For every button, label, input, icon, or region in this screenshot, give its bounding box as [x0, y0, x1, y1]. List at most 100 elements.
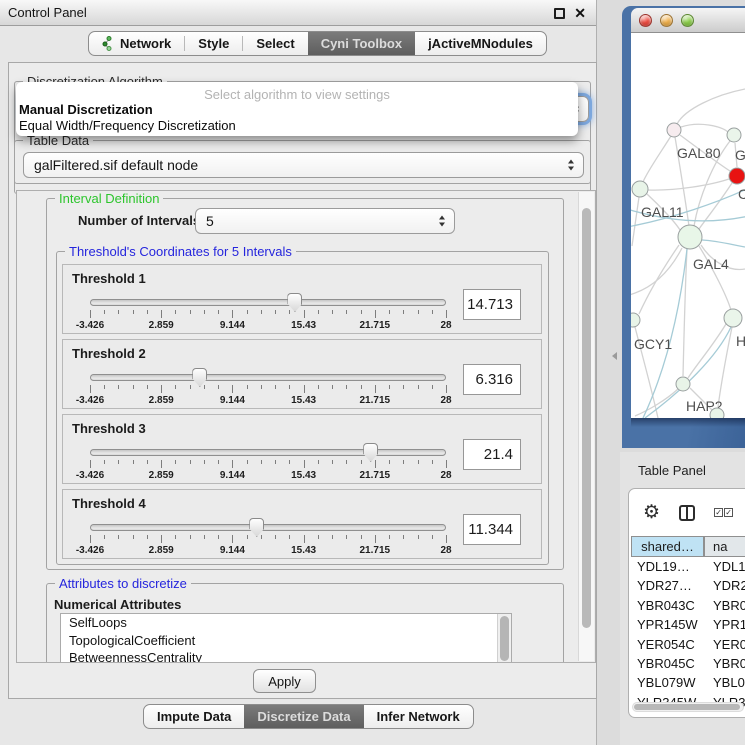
network-edge[interactable] — [681, 124, 728, 132]
network-node-gal11[interactable] — [632, 181, 648, 197]
network-edge[interactable] — [688, 324, 726, 378]
close-traffic-light[interactable] — [639, 14, 652, 27]
threshold-value-box[interactable]: 6.316 — [463, 364, 521, 395]
apply-button[interactable]: Apply — [253, 669, 316, 693]
network-edge[interactable] — [631, 248, 682, 295]
network-edge[interactable] — [677, 89, 745, 124]
network-node-gal80[interactable] — [667, 123, 681, 137]
tab-jactivemnodules-label: jActiveMNodules — [428, 36, 533, 51]
threshold-label: Threshold 2 — [72, 346, 146, 361]
network-node[interactable] — [710, 408, 724, 418]
threshold-label: Threshold 3 — [72, 421, 146, 436]
table-row[interactable]: YDL19…YDL1 — [631, 557, 745, 576]
network-node-h[interactable] — [724, 309, 742, 327]
tab-infer-network-label: Infer Network — [377, 709, 460, 724]
canvas-bottom-shadow — [631, 418, 745, 427]
threshold-slider[interactable]: -3.4262.8599.14415.4321.71528 — [90, 445, 446, 483]
tab-style[interactable]: Style — [185, 32, 242, 55]
tick-label: 21.715 — [360, 470, 391, 481]
window-buttons: ✕ — [554, 0, 586, 26]
tab-cyni-toolbox[interactable]: Cyni Toolbox — [308, 32, 415, 55]
tick-label: -3.426 — [76, 320, 104, 331]
network-node-c[interactable] — [729, 168, 745, 184]
tab-jactivemnodules[interactable]: jActiveMNodules — [415, 32, 546, 55]
slider-track[interactable] — [90, 374, 446, 381]
tab-select[interactable]: Select — [243, 32, 307, 55]
network-edge[interactable] — [643, 136, 671, 182]
tick-label: -3.426 — [76, 395, 104, 406]
cell-shared-name: YPR145W — [631, 615, 704, 634]
attribute-item[interactable]: BetweennessCentrality — [61, 649, 511, 663]
threshold-slider[interactable]: -3.4262.8599.14415.4321.71528 — [90, 370, 446, 408]
tick-label: 2.859 — [149, 545, 174, 556]
network-node-ga[interactable] — [727, 128, 741, 142]
table-row[interactable]: YBR045CYBR0 — [631, 654, 745, 673]
table-data-combo[interactable]: galFiltered.sif default node — [23, 152, 584, 178]
attributes-group-title: Attributes to discretize — [55, 576, 191, 591]
threshold-slider[interactable]: -3.4262.8599.14415.4321.71528 — [90, 520, 446, 558]
column-header-shared-name[interactable]: shared… — [631, 536, 704, 557]
network-edge[interactable] — [632, 197, 639, 246]
table-data-group: Table Data galFiltered.sif default node — [14, 140, 591, 184]
tick-label: 21.715 — [360, 395, 391, 406]
select-columns-icon[interactable]: ✓✓ — [714, 508, 733, 517]
network-node-gal4[interactable] — [678, 225, 702, 249]
float-window-icon[interactable] — [554, 8, 565, 19]
attributes-scrollbar-thumb[interactable] — [500, 616, 509, 661]
table-row[interactable]: YBL079WYBL0 — [631, 673, 745, 692]
slider-track[interactable] — [90, 299, 446, 306]
settings-scrollbar-thumb[interactable] — [582, 208, 591, 628]
network-canvas[interactable]: GAL80GACGAL11GAL4GCY1HHAP2 — [631, 33, 745, 418]
tab-infer-network[interactable]: Infer Network — [364, 705, 473, 728]
network-node-hap2[interactable] — [676, 377, 690, 391]
network-node-gcy1[interactable] — [631, 313, 640, 327]
slider-track[interactable] — [90, 524, 446, 531]
network-edge-highlighted[interactable] — [702, 240, 745, 247]
tab-discretize-data[interactable]: Discretize Data — [244, 705, 363, 728]
attributes-scrollbar[interactable] — [497, 614, 511, 663]
slider-track[interactable] — [90, 449, 446, 456]
tab-discretize-data-label: Discretize Data — [257, 709, 350, 724]
table-row[interactable]: YPR145WYPR1 — [631, 615, 745, 634]
tick-label: -3.426 — [76, 470, 104, 481]
column-header-name[interactable]: na — [704, 536, 745, 557]
table-panel: Table Panel ⚙ ✓✓ shared… na YDL19…YDL1YD… — [620, 452, 745, 745]
splitter-collapse-icon[interactable] — [612, 352, 617, 360]
zoom-traffic-light[interactable] — [681, 14, 694, 27]
network-edge[interactable] — [648, 179, 729, 190]
table-hscrollbar[interactable] — [632, 702, 744, 712]
close-icon[interactable]: ✕ — [574, 8, 586, 19]
threshold-value-box[interactable]: 14.713 — [463, 289, 521, 320]
tick-label: 28 — [440, 395, 451, 406]
cell-shared-name: YIL052C — [631, 712, 704, 717]
attribute-items: SelfLoopsTopologicalCoefficientBetweenne… — [61, 614, 511, 663]
attribute-item[interactable]: TopologicalCoefficient — [61, 632, 511, 650]
table-row[interactable]: YDR27…YDR2 — [631, 576, 745, 595]
algorithm-option-equal-width-frequency-discretization[interactable]: Equal Width/Frequency Discretization — [18, 118, 576, 134]
tab-impute-data[interactable]: Impute Data — [144, 705, 244, 728]
table-row[interactable]: YER054CYER0 — [631, 635, 745, 654]
threshold-slider[interactable]: -3.4262.8599.14415.4321.71528 — [90, 295, 446, 333]
tick-label: 2.859 — [149, 395, 174, 406]
attribute-item[interactable]: SelfLoops — [61, 614, 511, 632]
algorithm-option-manual-discretization[interactable]: Manual Discretization — [18, 102, 576, 118]
table-hscrollbar-thumb[interactable] — [634, 704, 740, 710]
slider-ticks — [90, 385, 446, 394]
gear-icon[interactable]: ⚙ — [643, 503, 660, 522]
tick-label: -3.426 — [76, 545, 104, 556]
tab-network[interactable]: Network — [89, 32, 184, 55]
minimize-traffic-light[interactable] — [660, 14, 673, 27]
interval-definition-group: Interval Definition Number of Intervals … — [46, 198, 564, 570]
network-edge[interactable] — [639, 245, 679, 314]
threshold-value-box[interactable]: 11.344 — [463, 514, 521, 545]
tick-label: 2.859 — [149, 320, 174, 331]
cell-name: YBR0 — [704, 596, 745, 615]
cell-name: YBR0 — [704, 654, 745, 673]
threshold-value-box[interactable]: 21.4 — [463, 439, 521, 470]
columns-icon[interactable] — [679, 505, 695, 521]
table-row[interactable]: YBR043CYBR0 — [631, 596, 745, 615]
table-row[interactable]: YIL052CYIL0 — [631, 712, 745, 717]
settings-scrollbar[interactable] — [578, 192, 594, 661]
num-intervals-combo[interactable]: 5 — [195, 208, 455, 234]
network-edge-highlighted[interactable] — [643, 249, 687, 418]
